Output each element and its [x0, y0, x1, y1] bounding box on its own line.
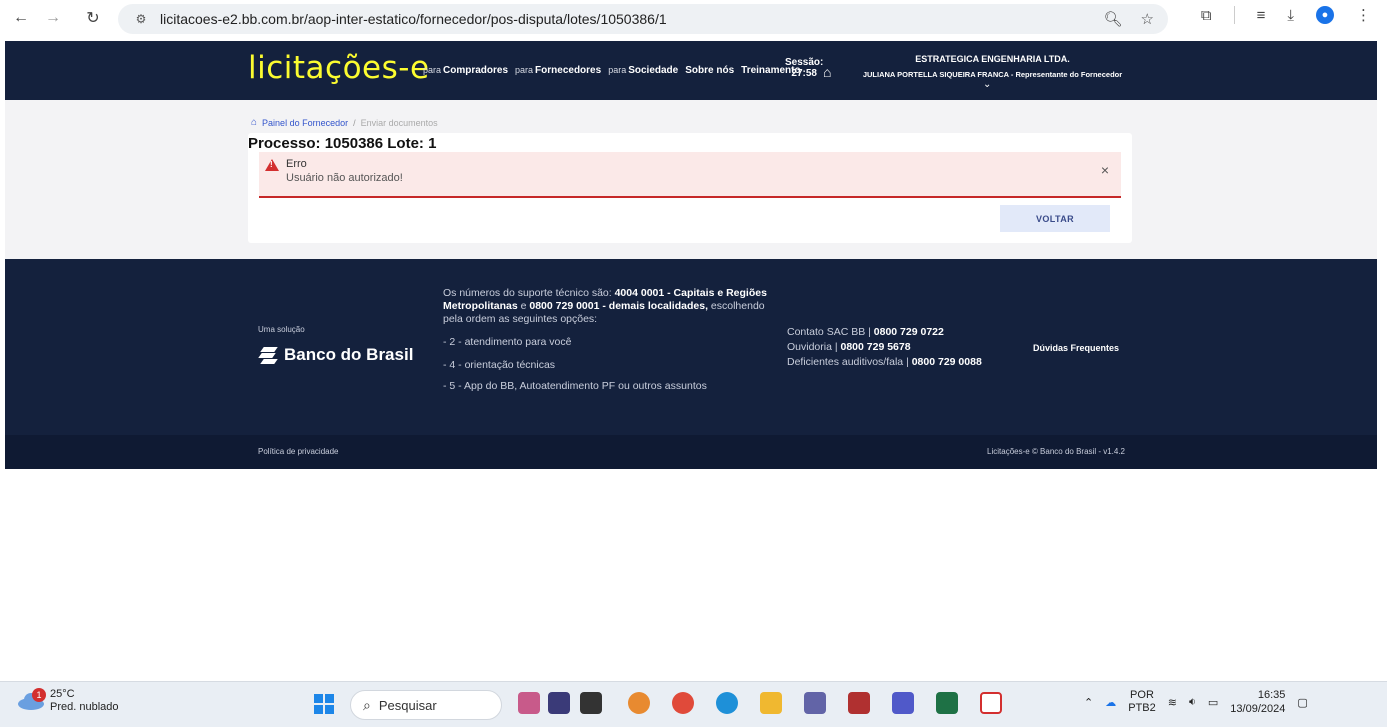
privacy-link[interactable]: Política de privacidade	[258, 447, 339, 456]
solution-label: Uma solução	[258, 325, 305, 334]
onedrive-cloud-icon[interactable]: ☁	[1105, 696, 1116, 709]
support-info: Os números do suporte técnico são: 4004 …	[443, 287, 767, 325]
address-bar[interactable]: ⚙ licitacoes-e2.bb.com.br/aop-inter-esta…	[118, 4, 1168, 34]
profile-avatar-icon[interactable]: ●	[1316, 6, 1334, 24]
browser-toolbar: ← → ↻ ⚙ licitacoes-e2.bb.com.br/aop-inte…	[0, 0, 1387, 38]
breadcrumb: ⌂ Painel do Fornecedor / Enviar document…	[251, 117, 438, 128]
teams-icon[interactable]	[804, 692, 826, 714]
teams-work-icon[interactable]	[892, 692, 914, 714]
close-icon[interactable]: ×	[1101, 162, 1109, 178]
chevron-up-icon[interactable]: ⌃	[1084, 696, 1093, 709]
contact-info: Contato SAC BB | 0800 729 0722 Ouvidoria…	[787, 326, 982, 368]
chrome-icon[interactable]	[672, 692, 694, 714]
licitacoes-logo[interactable]: licitações-e	[248, 50, 430, 86]
excel-icon[interactable]	[936, 692, 958, 714]
menu-kebab-icon[interactable]: ⋮	[1356, 6, 1371, 24]
notification-icon[interactable]: ▢	[1297, 696, 1307, 709]
page-title: Processo: 1050386 Lote: 1	[248, 135, 437, 152]
warning-triangle-icon: !	[265, 159, 279, 171]
main-nav: para Compradores para Fornecedores para Soc…	[423, 65, 801, 76]
language-indicator[interactable]: POR PTB2	[1128, 689, 1156, 715]
breadcrumb-current: Enviar documentos	[360, 117, 438, 128]
url-text[interactable]: licitacoes-e2.bb.com.br/aop-inter-estati…	[160, 11, 667, 27]
bb-logo-icon	[258, 345, 280, 365]
bookmark-star-icon[interactable]: ☆	[1141, 10, 1154, 28]
reading-list-icon[interactable]: ≡	[1257, 7, 1266, 24]
forward-arrow-icon[interactable]: →	[40, 5, 66, 31]
windows-taskbar: 1 25°C Pred. nublado ⌕ Pesquisar ⌃ ☁ POR…	[0, 681, 1387, 727]
app-icon-3[interactable]	[580, 692, 602, 714]
app-icon-2[interactable]	[548, 692, 570, 714]
volume-icon[interactable]: 🔉︎	[1189, 696, 1196, 709]
nav-fornecedores[interactable]: para Fornecedores	[515, 65, 601, 76]
breadcrumb-painel-link[interactable]: Painel do Fornecedor	[262, 118, 348, 128]
main-content: ⌂ Painel do Fornecedor / Enviar document…	[5, 100, 1377, 259]
footer-bottom: Política de privacidade Licitações-e © B…	[5, 435, 1377, 469]
weather-desc: Pred. nublado	[50, 701, 119, 713]
windows-start-icon[interactable]	[314, 694, 334, 714]
toolbar-divider	[1233, 6, 1235, 24]
representative-name: JULIANA PORTELLA SIQUEIRA FRANCA - Repre…	[862, 70, 1123, 79]
app-icon-4[interactable]	[848, 692, 870, 714]
search-icon: ⌕	[363, 696, 371, 713]
session-timer: Sessão: 27:58	[785, 57, 824, 79]
site-info-icon[interactable]: ⚙	[132, 10, 150, 28]
support-option: - 4 - orientação técnicas	[443, 359, 556, 371]
cloud-icon: 1	[18, 688, 46, 710]
banco-do-brasil-logo: Banco do Brasil	[258, 345, 413, 365]
faq-link[interactable]: Dúvidas Frequentes	[1033, 343, 1119, 353]
search-placeholder: Pesquisar	[378, 697, 437, 713]
extensions-icon[interactable]: ⧉	[1201, 7, 1212, 24]
breadcrumb-home-icon[interactable]: ⌂	[251, 117, 257, 128]
acrobat-icon[interactable]	[980, 692, 1002, 714]
back-arrow-icon[interactable]: ←	[8, 5, 34, 31]
footer: Uma solução Banco do Brasil Os números d…	[5, 259, 1377, 435]
breadcrumb-separator: /	[353, 117, 356, 128]
site-header: licitações-e para Compradores para Fornece…	[5, 41, 1377, 100]
reload-icon[interactable]: ↻	[80, 5, 106, 31]
download-icon[interactable]: ⤓	[1287, 7, 1294, 24]
app-icon-1[interactable]	[518, 692, 540, 714]
nav-sobre-nos[interactable]: Sobre nós	[685, 65, 734, 76]
nav-compradores[interactable]: para Compradores	[423, 65, 508, 76]
taskbar-search[interactable]: ⌕ Pesquisar	[350, 690, 502, 720]
support-option: - 2 - atendimento para você	[443, 336, 572, 348]
weather-temp: 25°C	[50, 688, 75, 700]
alert-message: Usuário não autorizado!	[286, 172, 403, 184]
battery-icon[interactable]: ▭	[1208, 696, 1218, 709]
weather-badge: 1	[32, 688, 46, 702]
version-text: Licitações-e © Banco do Brasil - v1.4.2	[987, 447, 1125, 456]
file-explorer-icon[interactable]	[760, 692, 782, 714]
home-icon[interactable]: ⌂	[823, 64, 831, 80]
system-tray: ⌃ ☁ POR PTB2 ≋ 🔉︎ ▭ 16:35 13/09/2024 ▢	[1084, 688, 1308, 716]
chevron-down-icon[interactable]: ⌄	[983, 79, 991, 90]
support-option: - 5 - App do BB, Autoatendimento PF ou o…	[443, 380, 707, 392]
alert-title: Erro	[286, 158, 307, 170]
nav-sociedade[interactable]: para Sociedade	[608, 65, 678, 76]
voltar-button[interactable]: VOLTAR	[1000, 205, 1110, 232]
clock[interactable]: 16:35 13/09/2024	[1230, 688, 1285, 716]
error-alert: ! Erro Usuário não autorizado! ×	[259, 152, 1121, 198]
copilot-icon[interactable]	[628, 692, 650, 714]
company-name: ESTRATEGICA ENGENHARIA LTDA.	[915, 54, 1070, 64]
zoom-icon[interactable]: 🔍︎	[1104, 10, 1123, 28]
user-info[interactable]: ESTRATEGICA ENGENHARIA LTDA. JULIANA POR…	[850, 52, 1135, 82]
wifi-icon[interactable]: ≋	[1168, 696, 1177, 709]
weather-widget[interactable]: 1 25°C Pred. nublado	[18, 688, 119, 714]
process-card: Processo: 1050386 Lote: 1 ! Erro Usuário…	[248, 133, 1132, 243]
edge-icon[interactable]	[716, 692, 738, 714]
